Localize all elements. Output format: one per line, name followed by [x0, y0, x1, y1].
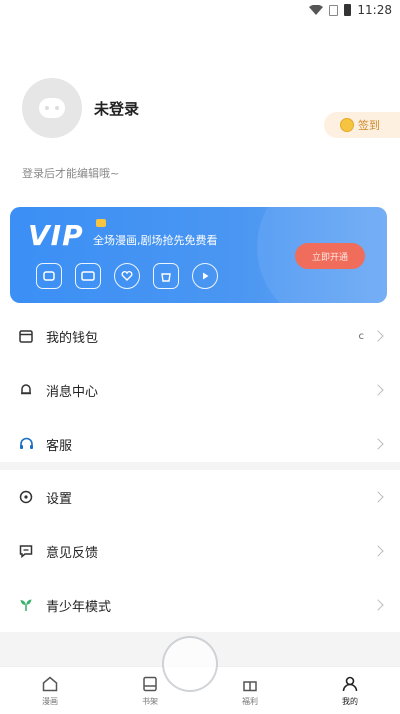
- status-bar: 11:28: [0, 0, 400, 20]
- tab-bookshelf[interactable]: 书架: [100, 667, 200, 714]
- tab-mine[interactable]: 我的: [300, 667, 400, 714]
- vip-logo: VIP: [28, 219, 84, 252]
- avatar[interactable]: [22, 78, 82, 138]
- menu-item-teen-mode[interactable]: 青少年模式: [0, 578, 400, 632]
- bottom-spacer: [0, 632, 400, 666]
- login-status[interactable]: 未登录: [94, 98, 139, 119]
- user-icon: [342, 676, 358, 691]
- menu-label: 青少年模式: [46, 599, 112, 615]
- menu-label: 意见反馈: [46, 545, 99, 561]
- vip-perks: [36, 263, 218, 289]
- profile-header[interactable]: 未登录: [22, 78, 139, 138]
- menu-item-feedback[interactable]: 意见反馈: [0, 524, 400, 578]
- chevron-right-icon: [372, 438, 384, 450]
- headset-icon: [18, 436, 34, 452]
- chevron-right-icon: [372, 599, 384, 611]
- tab-welfare[interactable]: 福利: [200, 667, 300, 714]
- bookshelf-icon: [143, 676, 157, 691]
- tab-label: 我的: [342, 696, 358, 706]
- menu-label: 客服: [46, 438, 73, 454]
- perk-comic-icon: [36, 263, 62, 289]
- tab-comics[interactable]: 漫画: [0, 667, 100, 714]
- login-hint: 登录后才能编辑哦~: [22, 167, 120, 180]
- menu-label: 消息中心: [46, 384, 99, 400]
- tab-label: 福利: [242, 696, 258, 706]
- menu-label: 我的钱包: [46, 330, 99, 346]
- signin-button[interactable]: 签到: [324, 112, 400, 138]
- wallet-balance: c: [358, 330, 365, 342]
- home-icon: [42, 676, 58, 691]
- crown-icon: [96, 219, 106, 227]
- perk-play-icon: [192, 263, 218, 289]
- tab-label: 漫画: [42, 696, 58, 706]
- vip-slogan: 全场漫画,剧场抢先免费看: [93, 234, 218, 247]
- wifi-icon: [309, 5, 324, 15]
- chevron-right-icon: [372, 545, 384, 557]
- perk-hd-icon: [75, 263, 101, 289]
- sprout-icon: [18, 597, 34, 613]
- menu-group-settings: 设置 意见反馈 青少年模式: [0, 470, 400, 632]
- status-time: 11:28: [357, 3, 392, 17]
- wallet-icon: [18, 328, 34, 344]
- chevron-right-icon: [372, 330, 384, 342]
- section-divider: [0, 462, 400, 470]
- avatar-placeholder-icon: [39, 98, 65, 118]
- signin-label: 签到: [358, 119, 380, 132]
- menu-label: 设置: [46, 491, 73, 507]
- menu-item-messages[interactable]: 消息中心: [0, 363, 400, 417]
- vip-open-button[interactable]: 立即开通: [295, 243, 365, 269]
- sim-icon: [329, 4, 339, 16]
- battery-icon: [344, 4, 352, 16]
- bell-icon: [18, 382, 34, 398]
- menu-group-account: 我的钱包 c 消息中心 客服: [0, 309, 400, 471]
- chevron-right-icon: [372, 491, 384, 503]
- chevron-right-icon: [372, 384, 384, 396]
- menu-item-settings[interactable]: 设置: [0, 470, 400, 524]
- perk-bag-icon: [153, 263, 179, 289]
- perk-heart-icon: [114, 263, 140, 289]
- tab-bar: 漫画 书架 福利 我的: [0, 666, 400, 714]
- coin-icon: [340, 118, 354, 132]
- settings-icon: [18, 489, 34, 505]
- menu-item-wallet[interactable]: 我的钱包 c: [0, 309, 400, 363]
- feedback-icon: [18, 543, 34, 559]
- vip-card[interactable]: VIP 全场漫画,剧场抢先免费看 立即开通: [10, 207, 387, 303]
- tab-label: 书架: [142, 696, 158, 706]
- gift-icon: [243, 680, 257, 691]
